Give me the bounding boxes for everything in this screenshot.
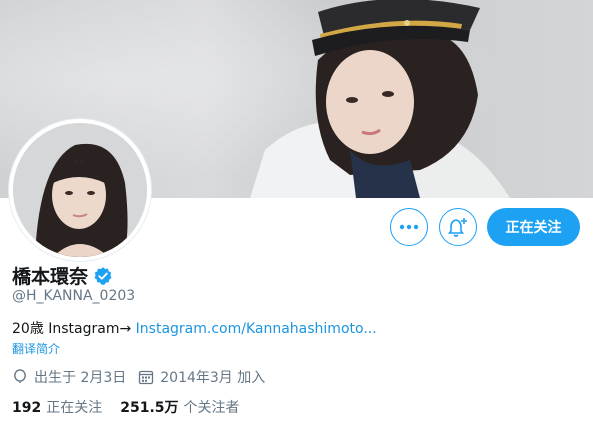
bio-text: 20歳 Instagram→ [12,321,136,337]
following-button-label: 正在关注 [505,220,562,236]
following-stat[interactable]: 192 正在关注 [12,397,102,417]
avatar-photo [13,123,147,257]
following-button[interactable]: 正在关注 [487,208,580,246]
profile-handle: @H_KANNA_0203 [12,288,136,304]
verified-badge-icon [94,266,112,285]
bio-link[interactable]: Instagram.com/Kannahashimoto... [136,321,377,337]
profile-name-row: 橋本環奈 [12,262,113,289]
birthday-text: 出生于 2月3日 [34,370,127,386]
profile-stats: 192 正在关注 251.5万 个关注者 [12,397,240,417]
balloon-icon [14,369,26,383]
profile-avatar[interactable] [9,119,151,261]
following-label: 正在关注 [46,400,103,416]
profile-meta: 出生于 2月3日 2014年3月 加入 [12,367,265,387]
followers-count: 251.5万 [120,400,179,416]
notifications-button[interactable] [439,208,477,246]
more-button[interactable] [390,208,428,246]
more-icon [399,224,419,230]
following-count: 192 [12,400,42,416]
joined-text: 2014年3月 加入 [160,370,266,386]
profile-bio: 20歳 Instagram→ Instagram.com/Kannahashim… [12,318,377,338]
followers-stat[interactable]: 251.5万 个关注者 [120,397,239,417]
followers-label: 个关注者 [183,400,240,416]
bell-plus-icon [447,218,467,237]
profile-name: 橋本環奈 [12,266,89,288]
translate-bio-link[interactable]: 翻译简介 [12,340,60,357]
calendar-icon [139,370,154,385]
